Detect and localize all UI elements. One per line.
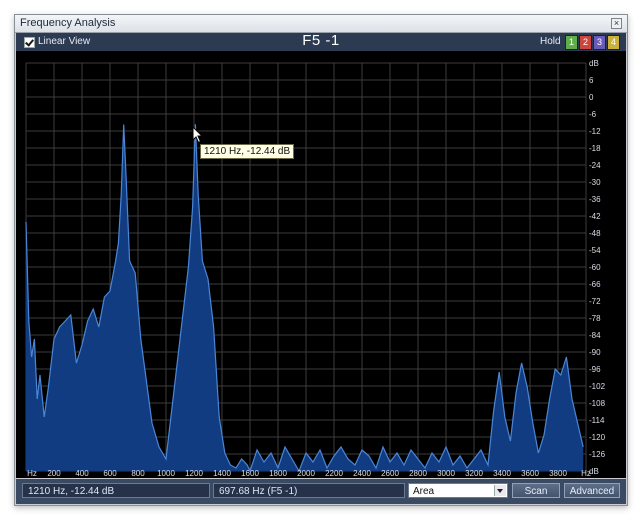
y-tick-label: -78 [589, 314, 601, 323]
toolbar: Linear View F5 -1 Hold 1 2 3 4 [16, 32, 626, 51]
x-tick-label: Hz [27, 469, 37, 478]
mouse-pointer-icon [192, 126, 204, 144]
close-icon[interactable]: × [611, 18, 622, 29]
x-tick-label: 1200 [185, 469, 203, 478]
y-tick-label: 6 [589, 76, 594, 85]
x-tick-label: 2000 [297, 469, 315, 478]
x-tick-label: 3000 [437, 469, 455, 478]
spectrum-chart[interactable]: Hz 200 400 600 800 1000 1200 1400 1600 1800 2000 22… [16, 51, 626, 478]
y-tick-label: -36 [589, 195, 601, 204]
y-tick-label: -90 [589, 348, 601, 357]
title-bar: Frequency Analysis × [15, 15, 627, 33]
x-tick-label: 2200 [325, 469, 343, 478]
y-tick-label: -18 [589, 144, 601, 153]
advanced-button[interactable]: Advanced [564, 483, 620, 498]
x-tick-label: 1600 [241, 469, 259, 478]
x-tick-label: 2600 [381, 469, 399, 478]
y-tick-label: -120 [589, 433, 606, 442]
y-tick-label: -102 [589, 382, 606, 391]
hold-button-2[interactable]: 2 [579, 35, 592, 50]
x-tick-label: 1000 [157, 469, 175, 478]
hold-button-3[interactable]: 3 [593, 35, 606, 50]
display-mode-select[interactable]: Area [408, 483, 508, 498]
y-tick-label: -84 [589, 331, 601, 340]
x-tick-label: 2800 [409, 469, 427, 478]
x-tick-label: 800 [131, 469, 145, 478]
y-tick-label: -126 [589, 450, 606, 459]
status-bar: 1210 Hz, -12.44 dB 697.68 Hz (F5 -1) Are… [16, 479, 626, 504]
chevron-down-icon[interactable] [494, 485, 506, 496]
x-tick-label: 3600 [521, 469, 539, 478]
scan-button[interactable]: Scan [512, 483, 560, 498]
hold-button-1[interactable]: 1 [565, 35, 578, 50]
y-tick-label: -42 [589, 212, 601, 221]
y-tick-label: -6 [589, 110, 597, 119]
x-tick-label: 2400 [353, 469, 371, 478]
y-tick-label: -54 [589, 246, 601, 255]
x-tick-label: 600 [103, 469, 117, 478]
cursor-tooltip: 1210 Hz, -12.44 dB [200, 144, 295, 159]
y-tick-label: dB [589, 467, 599, 476]
y-tick-label: -30 [589, 178, 601, 187]
spectrum-plot-area[interactable]: Hz 200 400 600 800 1000 1200 1400 1600 1800 2000 22… [16, 51, 626, 478]
x-tick-label: 3200 [465, 469, 483, 478]
note-title: F5 -1 [302, 32, 340, 49]
x-tick-label: 3400 [493, 469, 511, 478]
y-tick-label: -24 [589, 161, 601, 170]
y-tick-label: -60 [589, 263, 601, 272]
cursor-readout: 1210 Hz, -12.44 dB [22, 483, 210, 498]
x-tick-label: 1800 [269, 469, 287, 478]
y-tick-label: -12 [589, 127, 601, 136]
x-tick-label: 3800 [549, 469, 567, 478]
y-tick-label: -114 [589, 416, 605, 425]
x-tick-label: 1400 [213, 469, 231, 478]
hold-label: Hold [540, 36, 561, 47]
hold-button-4[interactable]: 4 [607, 35, 620, 50]
y-tick-label: dB [589, 59, 599, 68]
y-tick-label: -48 [589, 229, 601, 238]
display-mode-value: Area [413, 486, 435, 497]
frequency-analysis-window: Frequency Analysis × Linear View F5 -1 H… [14, 14, 628, 506]
y-tick-label: -96 [589, 365, 601, 374]
y-tick-label: -66 [589, 280, 601, 289]
x-tick-label: 200 [47, 469, 61, 478]
y-tick-label: -108 [589, 399, 606, 408]
y-tick-label: 0 [589, 93, 594, 102]
x-tick-label: 400 [75, 469, 89, 478]
window-title: Frequency Analysis [20, 17, 116, 29]
peak-readout: 697.68 Hz (F5 -1) [213, 483, 405, 498]
y-tick-label: -72 [589, 297, 601, 306]
